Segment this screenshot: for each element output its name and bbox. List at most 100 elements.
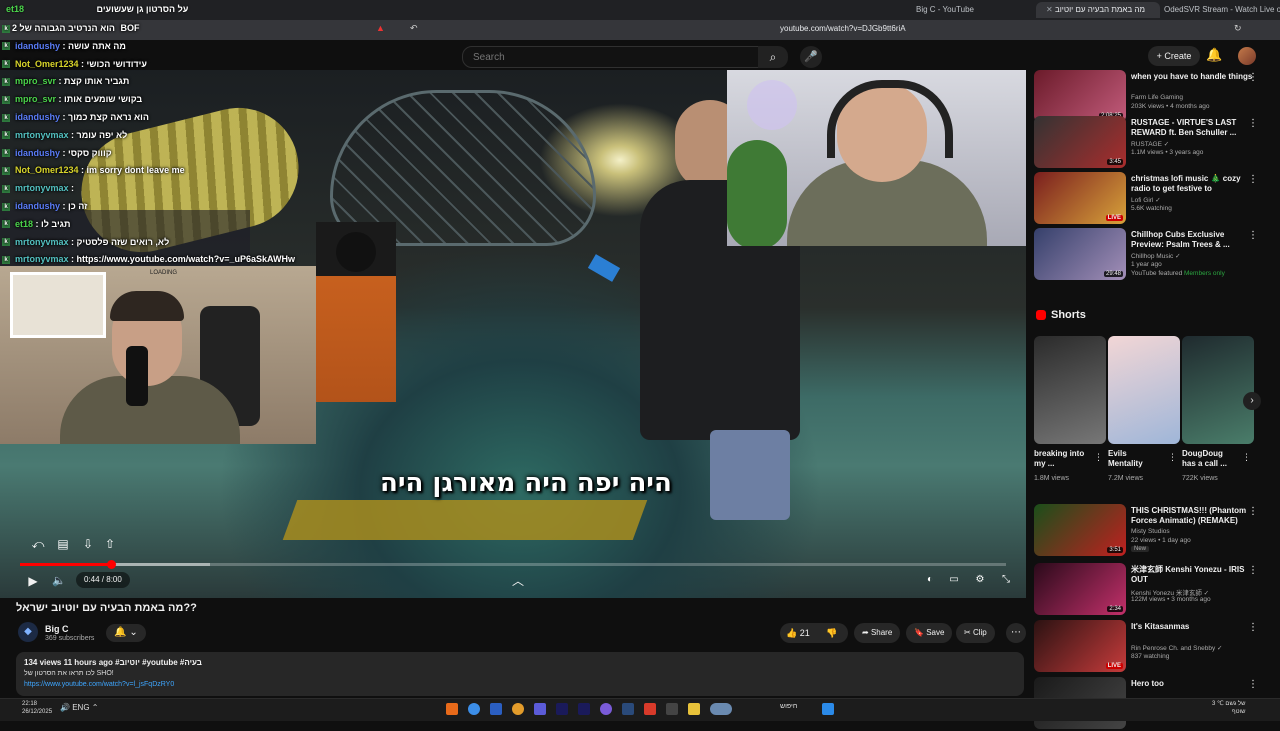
windows-start-icon[interactable] [822,703,834,715]
thumb-up-icon[interactable]: 👍 [786,628,797,638]
more-options-icon[interactable]: ⋮ [1248,565,1258,576]
progress-bar[interactable] [20,560,1006,569]
short-title[interactable]: Evils Mentality [1108,449,1160,469]
recommended-title[interactable]: when you have to handle things [1131,72,1256,82]
premiere-icon[interactable] [578,703,590,715]
more-options-icon[interactable]: ⋮ [1248,230,1258,241]
short-title[interactable]: breaking into my ... [1034,449,1086,469]
video-thumbnail[interactable]: 3:51 [1034,504,1126,556]
short-thumbnail[interactable] [1108,336,1180,444]
recommended-channel[interactable]: Chillhop Music ✓ [1131,252,1181,260]
app-icon[interactable] [534,703,546,715]
search-input[interactable] [471,51,735,64]
search-icon[interactable]: ⌕ [758,46,788,68]
chevron-right-icon[interactable]: › [1243,392,1261,410]
app-icon[interactable] [490,703,502,715]
search-box[interactable] [462,46,760,68]
share-icon[interactable]: ⤺ [30,536,46,552]
recommended-channel[interactable]: Misty Studios [1131,528,1170,535]
autoplay-toggle-icon[interactable]: ◐ [922,572,938,588]
chevron-up-icon[interactable]: ︿ [512,572,524,589]
microphone-icon[interactable]: 🎤 [800,46,822,68]
recommended-video[interactable]: 3:51 THIS CHRISTMAS!!! (Phantom Forces An… [1034,504,1274,558]
settings-gear-icon[interactable]: ⚙ [972,572,988,588]
chrome-icon[interactable] [468,703,480,715]
thumb-down-icon[interactable]: 👎 [826,628,837,638]
brave-icon[interactable] [644,703,656,715]
recommended-title[interactable]: christmas lofi music 🎄 cozy radio to get… [1131,174,1256,194]
recommended-title[interactable]: Chillhop Cubs Exclusive Preview: Psalm T… [1131,230,1256,250]
recommended-video[interactable]: LIVE christmas lofi music 🎄 cozy radio to… [1034,172,1274,226]
more-options-icon[interactable]: ⋮ [1248,174,1258,185]
tab-odedsvr[interactable]: OdedSVR Stream - Watch Live on [1158,2,1280,18]
more-options-icon[interactable]: ⋮ [1248,118,1258,129]
short-thumbnail[interactable] [1182,336,1254,444]
taskbar-search[interactable]: חיפוש [780,703,797,710]
tab-big-c[interactable]: Big C - YouTube [910,2,1016,18]
create-button[interactable]: + Create [1148,46,1200,66]
fullscreen-icon[interactable]: ⤡ [998,572,1014,588]
close-icon[interactable]: ✕ [1046,5,1053,14]
more-options-icon[interactable]: ⋮ [1248,72,1258,83]
recommended-video[interactable]: 2:34 米津玄師 Kenshi Yonezu - IRIS OUT Kenshi … [1034,563,1274,617]
avatar[interactable] [1238,47,1256,65]
recommended-title[interactable]: Hero too [1131,679,1256,689]
recommended-video[interactable]: LIVE It's Kitasanmas Rin Penrose Ch. and S… [1034,620,1274,674]
more-options-icon[interactable]: ⋮ [1248,622,1258,633]
description-link[interactable]: https://www.youtube.com/watch?v=l_jsFqDz… [24,681,174,688]
video-thumbnail[interactable]: LIVE [1034,172,1126,224]
short-thumbnail[interactable] [1034,336,1106,444]
recommended-video[interactable]: 29:48 Chillhop Cubs Exclusive Preview: Ps… [1034,228,1274,282]
clip-button[interactable]: ✂ Clip [956,623,995,643]
like-dislike-group[interactable]: 👍 21 👎 [780,623,848,643]
more-options-icon[interactable]: ⋮ [1248,506,1258,517]
notifications-bell-icon[interactable]: 🔔 [1206,47,1222,63]
url-text[interactable]: youtube.com/watch?v=DJGb9tt6riA [780,24,906,33]
channel-name[interactable]: Big C [45,624,69,634]
short-title[interactable]: DougDoug has a call ... [1182,449,1234,469]
recommended-title[interactable]: RUSTAGE - VIRTUE'S LAST REWARD ft. Ben S… [1131,118,1256,138]
speaker-icon[interactable]: 🔊 [60,703,70,712]
like-icon[interactable]: ⇧ [102,536,118,552]
recommended-channel[interactable]: Rin Penrose Ch. and Snebby ✓ [1131,644,1222,652]
recommended-title[interactable]: THIS CHRISTMAS!!! (Phantom Forces Animat… [1131,506,1256,526]
video-thumbnail[interactable]: 29:48 [1034,228,1126,280]
recommended-channel[interactable]: Farm Life Gaming [1131,94,1183,101]
extension-icon[interactable]: ▲ [376,23,385,33]
share-button[interactable]: ➦ Share [854,623,901,643]
recommended-title[interactable]: It's Kitasanmas [1131,622,1256,632]
recommended-title[interactable]: 米津玄師 Kenshi Yonezu - IRIS OUT [1131,565,1256,585]
more-actions-icon[interactable]: ⋯ [1006,623,1026,643]
more-options-icon[interactable]: ⋮ [1242,452,1251,463]
app-icon[interactable] [446,703,458,715]
recommended-video[interactable]: 3:45 RUSTAGE - VIRTUE'S LAST REWARD ft. B… [1034,116,1274,170]
app-icon[interactable] [666,703,678,715]
recommended-channel[interactable]: Lofi Girl ✓ [1131,196,1161,204]
widget-icon[interactable] [710,703,732,715]
more-options-icon[interactable]: ⋮ [1168,452,1177,463]
comment-icon[interactable]: ▤ [55,536,71,552]
video-thumbnail[interactable]: LIVE [1034,620,1126,672]
volume-icon[interactable]: 🔈 [50,572,68,590]
weather-tray[interactable]: 3 ℃ של גשם שוטף [1212,700,1246,716]
play-icon[interactable]: ▶ [24,572,42,590]
steam-icon[interactable] [622,703,634,715]
tab-current-video[interactable]: ✕ מה באמת הבעיה עם יוטיוב [1036,2,1160,18]
channel-avatar[interactable]: ◆ [18,622,38,642]
system-tray-left[interactable]: 🔊 ENG ⌃ [60,703,98,712]
video-thumbnail[interactable]: 2:08:25 [1034,70,1126,122]
app-icon[interactable] [600,703,612,715]
reload-icon[interactable]: ↻ [1234,23,1242,34]
after-effects-icon[interactable] [556,703,568,715]
undo-icon[interactable]: ↶ [410,23,418,34]
more-options-icon[interactable]: ⋮ [1248,679,1258,690]
subscribed-bell-button[interactable]: 🔔 ⌄ [106,624,146,642]
recommended-channel[interactable]: RUSTAGE ✓ [1131,140,1169,148]
dislike-icon[interactable]: ⇩ [80,536,96,552]
folder-icon[interactable] [688,703,700,715]
language-indicator[interactable]: ENG [72,703,89,712]
more-options-icon[interactable]: ⋮ [1094,452,1103,463]
video-thumbnail[interactable]: 2:34 [1034,563,1126,615]
app-icon[interactable] [512,703,524,715]
video-thumbnail[interactable]: 3:45 [1034,116,1126,168]
